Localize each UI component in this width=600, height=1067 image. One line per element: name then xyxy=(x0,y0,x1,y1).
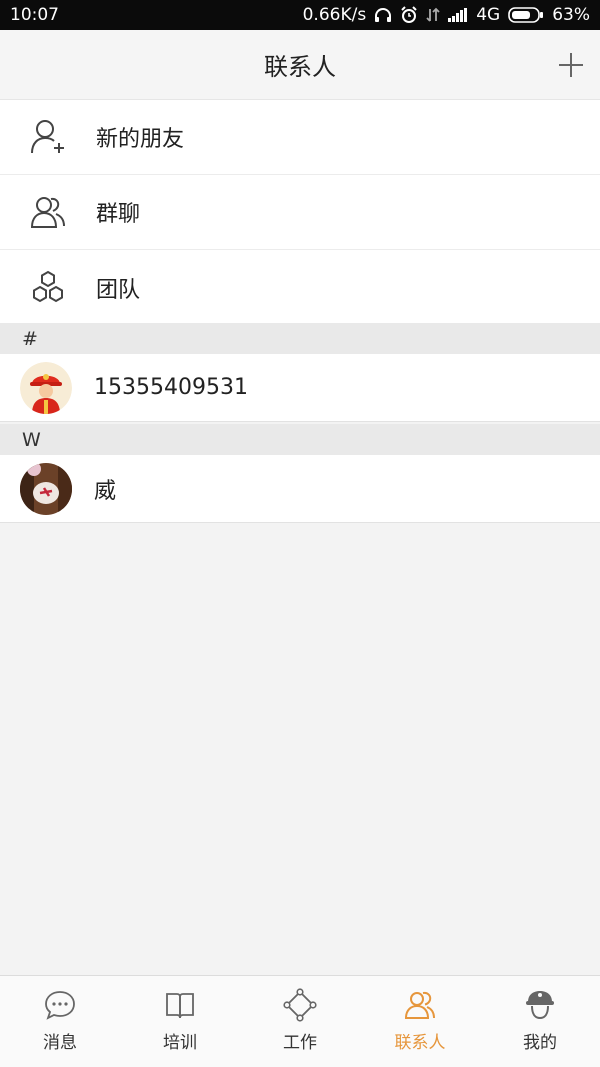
contacts-icon xyxy=(404,991,435,1019)
headphones-icon xyxy=(375,8,392,22)
section-header-w: W xyxy=(0,424,600,455)
network-speed: 0.66K/s xyxy=(302,5,367,25)
photo-avatar xyxy=(20,462,72,515)
contact-name: 15355409531 xyxy=(94,375,248,400)
add-person-icon xyxy=(31,120,64,154)
bottom-tab-bar: 消息 培训 工作 联系人 我的 xyxy=(0,975,600,1067)
chat-bubble-icon xyxy=(45,991,75,1020)
tab-label: 我的 xyxy=(523,1033,557,1053)
signal-icon xyxy=(448,8,468,22)
contact-name: 威 xyxy=(94,478,117,504)
firefighter-avatar xyxy=(20,361,72,414)
book-icon xyxy=(166,993,194,1019)
menu-item-label: 群聊 xyxy=(96,202,141,227)
app-header: 联系人 xyxy=(0,30,600,100)
contact-row[interactable]: 威 xyxy=(0,455,600,523)
tab-messages[interactable]: 消息 xyxy=(0,976,120,1067)
tab-me[interactable]: 我的 xyxy=(480,976,600,1067)
alarm-icon xyxy=(401,6,417,23)
status-bar: 10:07 0.66K/s 4G 63% xyxy=(0,0,600,30)
battery-percent: 63% xyxy=(552,5,590,25)
group-icon xyxy=(30,197,65,228)
tab-work[interactable]: 工作 xyxy=(240,976,360,1067)
contact-row[interactable]: 15355409531 xyxy=(0,354,600,422)
tab-contacts[interactable]: 联系人 xyxy=(360,976,480,1067)
diamond-nodes-icon xyxy=(283,988,317,1022)
add-button[interactable] xyxy=(556,50,586,80)
tab-label: 工作 xyxy=(283,1033,317,1053)
tab-label: 培训 xyxy=(163,1033,197,1053)
plus-icon xyxy=(559,53,583,77)
section-header-hash: # xyxy=(0,323,600,354)
menu-item-group-chat[interactable]: 群聊 xyxy=(0,175,600,250)
battery-icon xyxy=(508,7,544,23)
menu-item-new-friends[interactable]: 新的朋友 xyxy=(0,100,600,175)
menu-item-label: 新的朋友 xyxy=(96,127,185,152)
team-hexagon-icon xyxy=(33,270,63,302)
network-type: 4G xyxy=(476,5,501,25)
contacts-menu: 新的朋友 群聊 团队 xyxy=(0,100,600,325)
status-time: 10:07 xyxy=(10,5,59,25)
tab-training[interactable]: 培训 xyxy=(120,976,240,1067)
menu-item-label: 团队 xyxy=(96,277,141,303)
menu-item-team[interactable]: 团队 xyxy=(0,250,600,325)
tab-label: 消息 xyxy=(43,1033,77,1053)
helmet-person-icon xyxy=(526,991,554,1020)
tab-label: 联系人 xyxy=(394,1033,446,1053)
page-title: 联系人 xyxy=(264,53,336,81)
data-transfer-icon xyxy=(426,7,440,22)
